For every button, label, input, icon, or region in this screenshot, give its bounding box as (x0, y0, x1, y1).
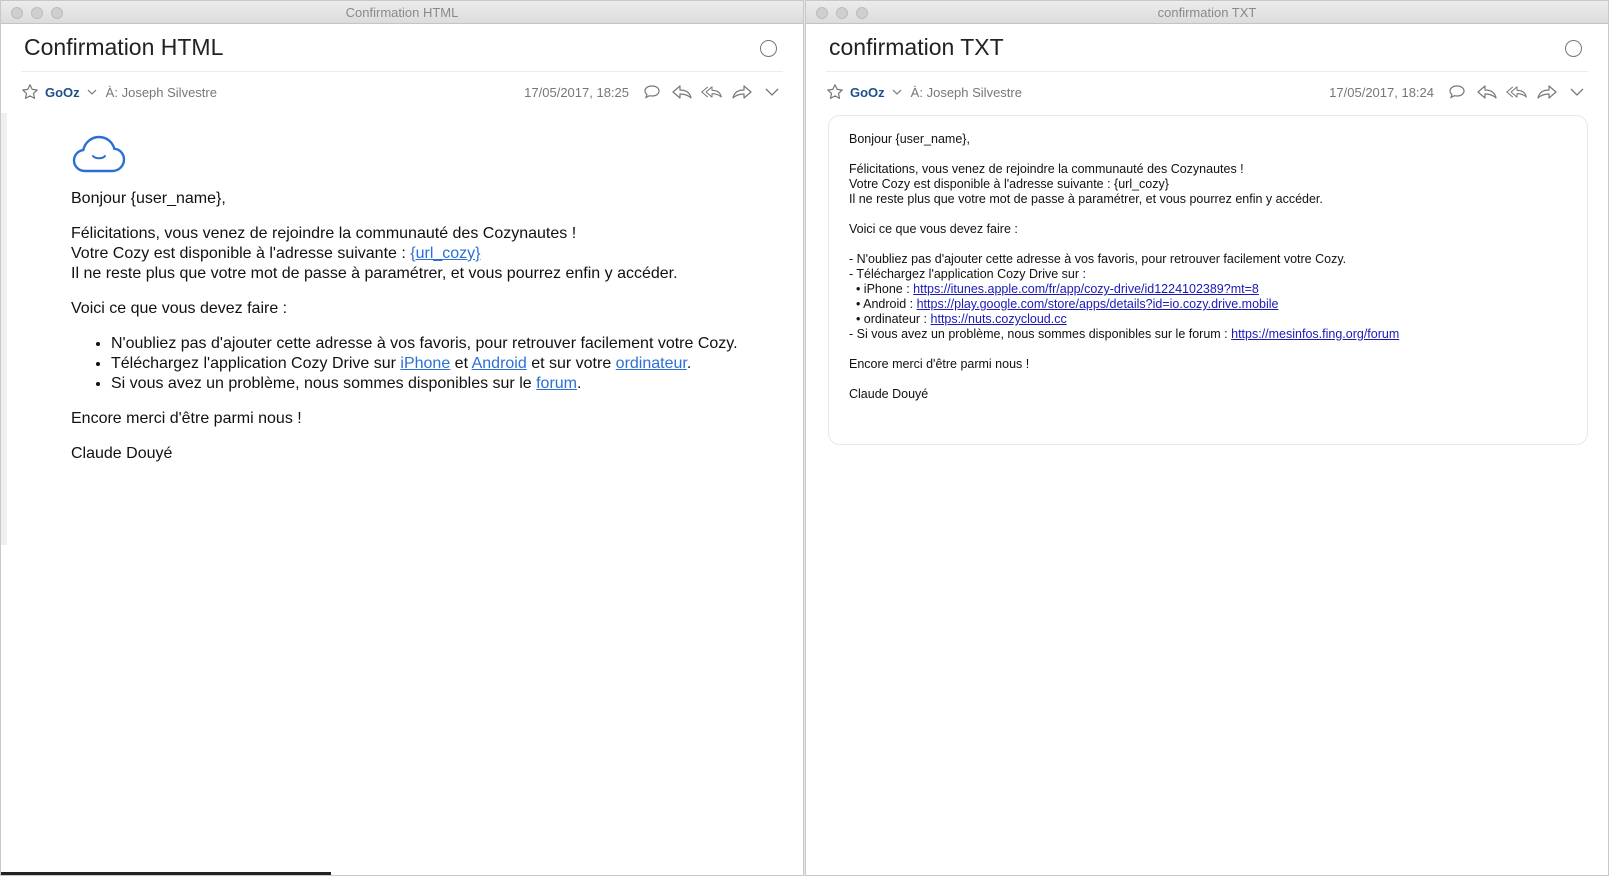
mail-date: 17/05/2017, 18:24 (1329, 84, 1434, 100)
list-item: N'oubliez pas d'ajouter cette adresse à … (111, 334, 791, 354)
recipient-prefix: À: (910, 84, 923, 100)
status-circle-icon[interactable] (760, 40, 777, 57)
greeting: Bonjour {user_name}, (849, 132, 970, 146)
forward-icon[interactable] (731, 83, 753, 101)
signature: Claude Douyé (849, 387, 929, 401)
address-text: Votre Cozy est disponible à l'adresse su… (71, 245, 411, 262)
close-window-button[interactable] (11, 7, 23, 19)
address-text: Votre Cozy est disponible à l'adresse su… (849, 177, 1169, 191)
iphone-link[interactable]: iPhone (400, 355, 450, 372)
txt-content: Bonjour {user_name}, Félicitations, vous… (849, 132, 1399, 402)
mail-header: GoOz À: Joseph Silvestre 17/05/2017, 18:… (826, 72, 1588, 112)
ordinateur-url-link[interactable]: https://nuts.cozycloud.cc (931, 312, 1067, 326)
close-window-button[interactable] (816, 7, 828, 19)
status-circle-icon[interactable] (1565, 40, 1582, 57)
mail-actions: 17/05/2017, 18:24 (1329, 72, 1588, 112)
mail-body-html: Bonjour {user_name}, Félicitations, vous… (71, 131, 791, 479)
remaining-text: Il ne reste plus que votre mot de passe … (71, 265, 678, 282)
window-controls (816, 7, 868, 19)
bullet2-mid1: et (450, 355, 472, 372)
forum-url-link[interactable]: https://mesinfos.fing.org/forum (1231, 327, 1399, 341)
bullet2-mid2: et sur votre (526, 355, 616, 372)
more-chevron-icon[interactable] (761, 83, 783, 101)
recipient-prefix: À: (105, 84, 118, 100)
congrats-text: Félicitations, vous venez de rejoindre l… (71, 225, 577, 242)
signature: Claude Douyé (71, 445, 173, 462)
ordinateur-link[interactable]: ordinateur (616, 355, 687, 372)
bullet3-pre: Si vous avez un problème, nous sommes di… (111, 375, 537, 392)
zoom-window-button[interactable] (856, 7, 868, 19)
chevron-down-icon[interactable] (891, 86, 903, 98)
comment-icon[interactable] (1446, 83, 1468, 101)
android-url-link[interactable]: https://play.google.com/store/apps/detai… (917, 297, 1279, 311)
todo-list: N'oubliez pas d'ajouter cette adresse à … (111, 334, 791, 394)
chevron-down-icon[interactable] (86, 86, 98, 98)
ordinateur-label: • ordinateur : (849, 312, 931, 326)
line-favoris: - N'oubliez pas d'ajouter cette adresse … (849, 252, 1347, 266)
recipient-name[interactable]: Joseph Silvestre (927, 85, 1022, 100)
recipient-name[interactable]: Joseph Silvestre (122, 85, 217, 100)
mail-subject: confirmation TXT (829, 34, 1004, 60)
star-icon[interactable] (826, 83, 844, 101)
url-cozy-link[interactable]: {url_cozy} (410, 245, 480, 262)
subject-row: Confirmation HTML (21, 24, 783, 72)
mail-header: GoOz À: Joseph Silvestre 17/05/2017, 18:… (21, 72, 783, 112)
mail-actions: 17/05/2017, 18:25 (524, 72, 783, 112)
cozy-cloud-logo (71, 131, 127, 175)
list-item: Téléchargez l'application Cozy Drive sur… (111, 354, 791, 374)
sender-name[interactable]: GoOz (850, 85, 885, 100)
iphone-label: • iPhone : (849, 282, 914, 296)
list-item: Si vous avez un problème, nous sommes di… (111, 374, 791, 394)
titlebar[interactable]: confirmation TXT (806, 1, 1608, 24)
line-download: - Téléchargez l'application Cozy Drive s… (849, 267, 1086, 281)
reply-all-icon[interactable] (701, 83, 723, 101)
window-controls (11, 7, 63, 19)
forum-label: - Si vous avez un problème, nous sommes … (849, 327, 1232, 341)
mail-body-txt: Bonjour {user_name}, Félicitations, vous… (828, 115, 1588, 445)
thanks-text: Encore merci d'être parmi nous ! (849, 357, 1030, 371)
star-icon[interactable] (21, 83, 39, 101)
iphone-url-link[interactable]: https://itunes.apple.com/fr/app/cozy-dri… (913, 282, 1259, 296)
subject-row: confirmation TXT (826, 24, 1588, 72)
bullet2-pre: Téléchargez l'application Cozy Drive sur (111, 355, 401, 372)
window-title: confirmation TXT (1157, 5, 1257, 20)
todo-intro: Voici ce que vous devez faire : (849, 222, 1018, 236)
minimize-window-button[interactable] (31, 7, 43, 19)
reply-all-icon[interactable] (1506, 83, 1528, 101)
window-confirmation-txt: confirmation TXT confirmation TXT GoOz À… (805, 0, 1609, 876)
bullet3-end: . (577, 375, 582, 392)
more-chevron-icon[interactable] (1566, 83, 1588, 101)
minimize-window-button[interactable] (836, 7, 848, 19)
mail-subject: Confirmation HTML (24, 34, 224, 60)
reply-icon[interactable] (1476, 83, 1498, 101)
scroll-indicator[interactable] (1, 872, 331, 875)
greeting: Bonjour {user_name}, (71, 190, 226, 207)
remaining-text: Il ne reste plus que votre mot de passe … (849, 192, 1323, 206)
intro-paragraph: Félicitations, vous venez de rejoindre l… (71, 224, 791, 284)
thanks-text: Encore merci d'être parmi nous ! (71, 410, 302, 427)
android-link[interactable]: Android (472, 355, 527, 372)
zoom-window-button[interactable] (51, 7, 63, 19)
forum-link[interactable]: forum (536, 375, 577, 392)
comment-icon[interactable] (641, 83, 663, 101)
window-title: Confirmation HTML (345, 5, 459, 20)
android-label: • Android : (849, 297, 917, 311)
titlebar[interactable]: Confirmation HTML (1, 1, 803, 24)
todo-intro: Voici ce que vous devez faire : (71, 300, 288, 317)
bullet2-end: . (686, 355, 692, 372)
mail-date: 17/05/2017, 18:25 (524, 84, 629, 100)
window-confirmation-html: Confirmation HTML Confirmation HTML GoOz… (0, 0, 804, 876)
sender-name[interactable]: GoOz (45, 85, 80, 100)
reply-icon[interactable] (671, 83, 693, 101)
congrats-text: Félicitations, vous venez de rejoindre l… (849, 162, 1244, 176)
left-gutter (1, 113, 7, 545)
forward-icon[interactable] (1536, 83, 1558, 101)
